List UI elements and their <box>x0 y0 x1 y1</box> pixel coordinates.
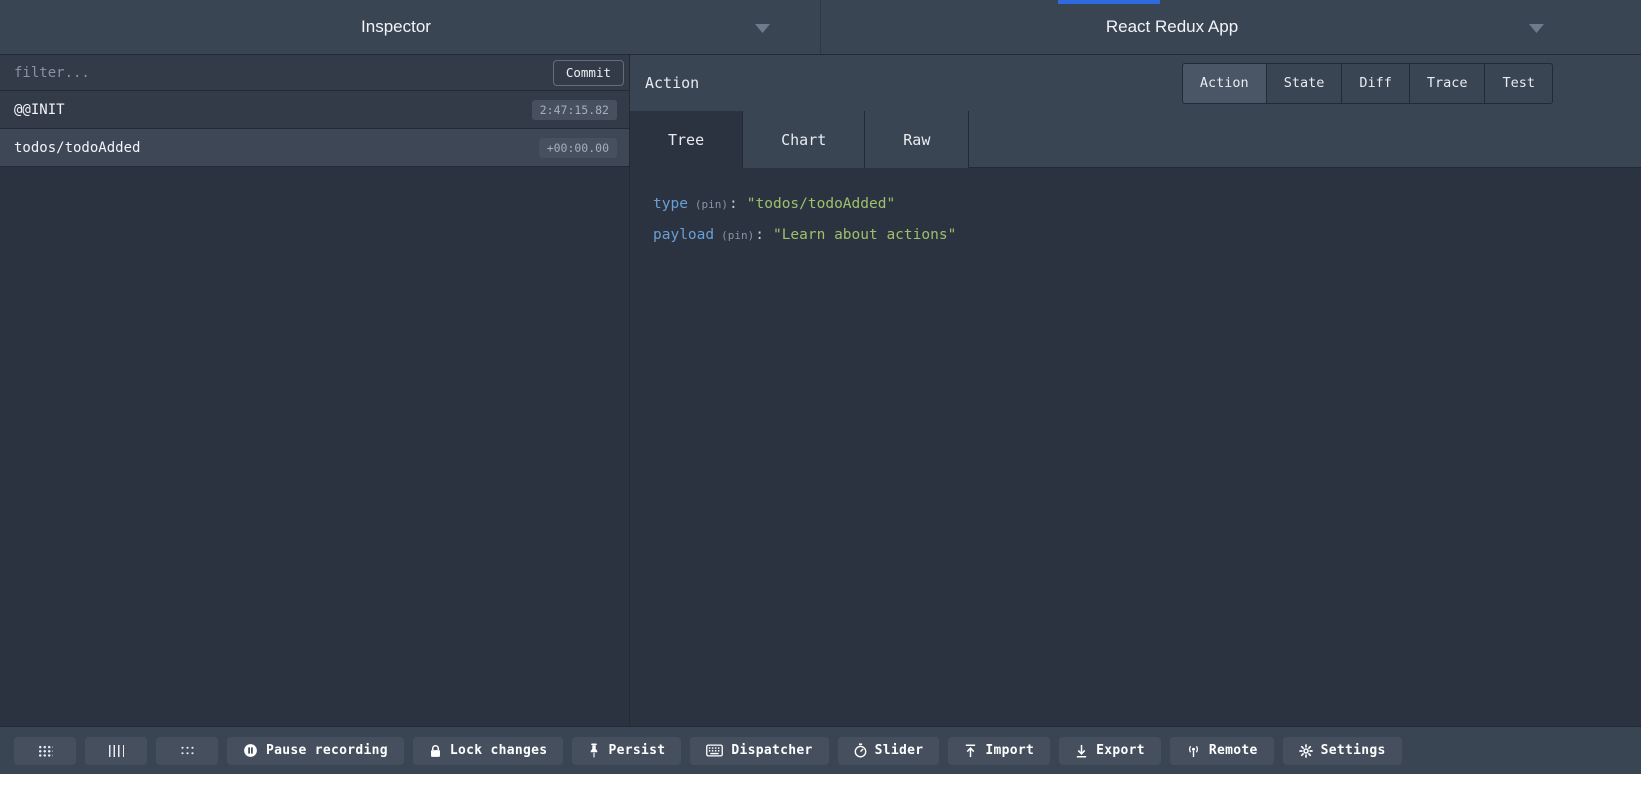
stopwatch-icon <box>854 743 867 758</box>
subtab-raw[interactable]: Raw <box>865 111 969 168</box>
action-list-item[interactable]: @@INIT 2:47:15.82 <box>0 91 629 129</box>
lock-icon <box>429 744 442 758</box>
action-tree-content: type (pin): "todos/todoAdded" payload (pin)… <box>630 168 1641 726</box>
tree-key: type <box>653 196 688 212</box>
tree-row-payload: payload (pin): "Learn about actions" <box>653 220 1641 251</box>
chevron-down-icon <box>755 24 770 33</box>
filter-row: Commit <box>0 55 629 91</box>
dispatcher-button[interactable]: Dispatcher <box>690 737 828 765</box>
tree-value: "todos/todoAdded" <box>747 196 895 212</box>
subtab-tree[interactable]: Tree <box>630 111 743 168</box>
slider-button[interactable]: Slider <box>838 737 940 765</box>
persist-button[interactable]: Persist <box>572 737 681 765</box>
button-label: Export <box>1096 743 1145 758</box>
tree-value: "Learn about actions" <box>773 227 956 243</box>
instance-dropdown[interactable]: React Redux App <box>820 0 1641 54</box>
button-label: Import <box>985 743 1034 758</box>
detail-title: Action <box>645 74 699 92</box>
redux-devtools-window: Inspector React Redux App Commit @@INIT … <box>0 0 1641 806</box>
pin-icon <box>588 743 600 758</box>
panel-layout-button-2[interactable] <box>85 737 147 765</box>
antenna-icon <box>1186 744 1201 758</box>
gear-icon <box>1299 744 1313 758</box>
pause-recording-button[interactable]: Pause recording <box>227 737 404 765</box>
filter-input[interactable] <box>14 65 553 81</box>
bottom-toolbar: Pause recording Lock changes Persist Dis… <box>0 726 1641 774</box>
action-list-item-selected[interactable]: todos/todoAdded +00:00.00 <box>0 129 629 167</box>
detail-tab-group: Action State Diff Trace Test <box>1182 63 1553 104</box>
grid-lines-icon <box>109 745 124 757</box>
action-list-panel: Commit @@INIT 2:47:15.82 todos/todoAdded… <box>0 55 630 726</box>
grid-sparse-icon <box>180 745 195 757</box>
tree-colon: : <box>729 196 738 212</box>
action-timestamp-badge: +00:00.00 <box>539 138 617 158</box>
tab-action[interactable]: Action <box>1182 63 1267 104</box>
export-button[interactable]: Export <box>1059 737 1161 765</box>
tab-state[interactable]: State <box>1266 63 1343 104</box>
download-icon <box>1075 744 1088 758</box>
tab-trace[interactable]: Trace <box>1409 63 1486 104</box>
instance-dropdown-label: React Redux App <box>1106 17 1238 37</box>
import-button[interactable]: Import <box>948 737 1050 765</box>
button-label: Settings <box>1321 743 1386 758</box>
monitor-dropdown-label: Inspector <box>361 17 431 37</box>
pause-icon <box>243 743 258 758</box>
detail-header: Action Action State Diff Trace Test <box>630 55 1641 111</box>
panel-layout-button-3[interactable] <box>156 737 218 765</box>
inspector-detail-panel: Action Action State Diff Trace Test Tree… <box>630 55 1641 726</box>
pin-link[interactable]: (pin) <box>721 229 754 242</box>
button-label: Lock changes <box>450 743 548 758</box>
keyboard-icon <box>706 744 723 757</box>
action-list-empty-area <box>0 167 629 726</box>
subtab-chart[interactable]: Chart <box>743 111 865 168</box>
commit-button[interactable]: Commit <box>553 60 624 86</box>
tree-colon: : <box>755 227 764 243</box>
tree-row-type: type (pin): "todos/todoAdded" <box>653 189 1641 220</box>
page-background-strip <box>0 774 1641 806</box>
upload-icon <box>964 744 977 758</box>
remote-button[interactable]: Remote <box>1170 737 1274 765</box>
settings-button[interactable]: Settings <box>1283 737 1402 765</box>
top-header: Inspector React Redux App <box>0 0 1641 55</box>
button-label: Pause recording <box>266 743 388 758</box>
pin-link[interactable]: (pin) <box>695 198 728 211</box>
view-subtab-group: Tree Chart Raw <box>630 111 1641 168</box>
main-area: Commit @@INIT 2:47:15.82 todos/todoAdded… <box>0 55 1641 726</box>
button-label: Remote <box>1209 743 1258 758</box>
chevron-down-icon <box>1529 24 1544 33</box>
active-tab-accent-bar <box>1058 0 1160 4</box>
button-label: Dispatcher <box>731 743 812 758</box>
tab-test[interactable]: Test <box>1484 63 1553 104</box>
tab-diff[interactable]: Diff <box>1341 63 1410 104</box>
grid-dots-icon <box>38 745 53 757</box>
action-name: todos/todoAdded <box>14 140 140 156</box>
action-timestamp-badge: 2:47:15.82 <box>532 100 617 120</box>
monitor-dropdown[interactable]: Inspector <box>0 0 820 54</box>
button-label: Slider <box>875 743 924 758</box>
panel-layout-button-1[interactable] <box>14 737 76 765</box>
lock-changes-button[interactable]: Lock changes <box>413 737 564 765</box>
tree-key: payload <box>653 227 714 243</box>
button-label: Persist <box>608 743 665 758</box>
action-name: @@INIT <box>14 102 65 118</box>
